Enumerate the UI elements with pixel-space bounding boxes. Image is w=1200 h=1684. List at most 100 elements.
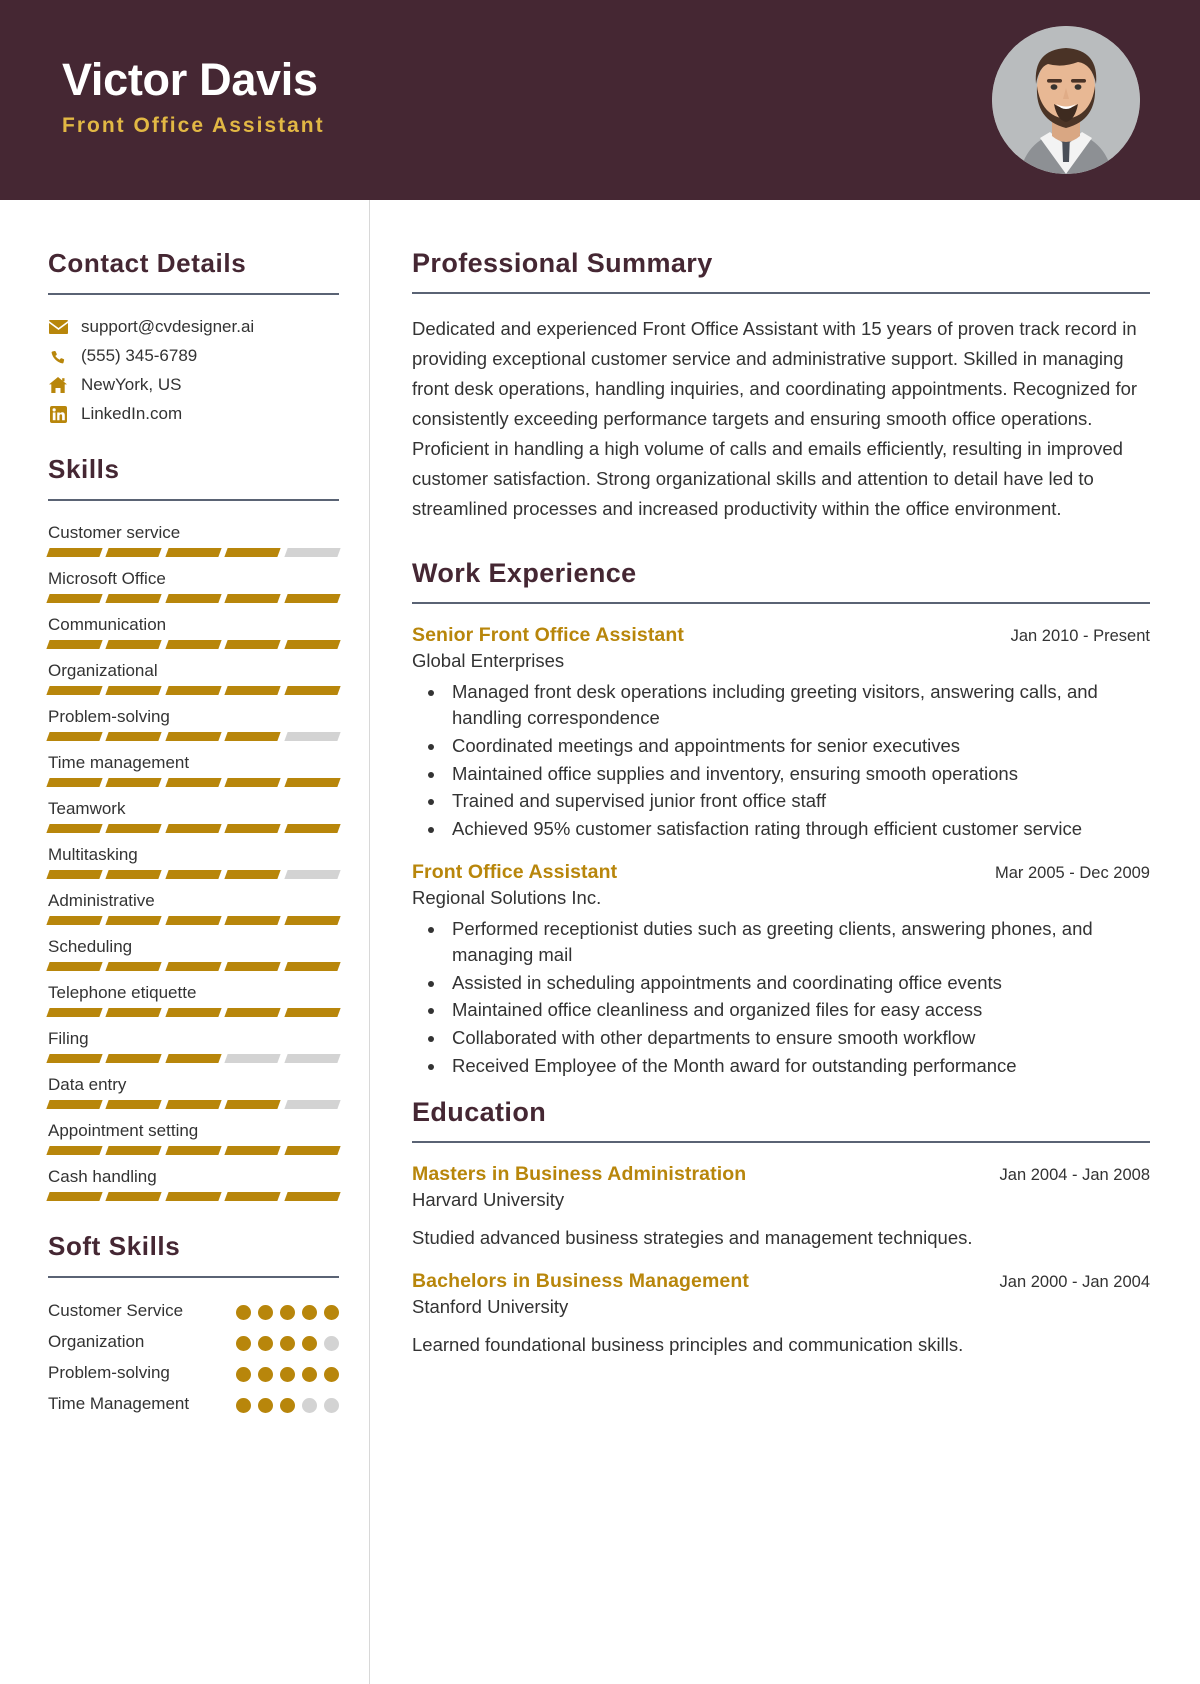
skills-list: Customer service Microsoft Office Communic…	[46, 523, 341, 1201]
skill-bar-segment	[165, 824, 222, 833]
skill-label: Cash handling	[48, 1167, 157, 1186]
rating-dot	[236, 1366, 251, 1382]
skill-item: Microsoft Office	[46, 569, 341, 603]
skill-label: Administrative	[48, 891, 155, 910]
education-section: Education Masters in Business Administra…	[412, 1097, 1150, 1359]
skill-bar-segment	[283, 686, 341, 695]
skill-item: Telephone etiquette	[46, 983, 341, 1017]
skill-bar-segment	[46, 1008, 104, 1017]
sidebar: Contact Details support@cvdesigner.ai (5…	[0, 200, 370, 1684]
skill-bar-segment	[165, 640, 222, 649]
skill-label: Multitasking	[48, 845, 138, 864]
soft-skills-list: Customer Service Organization Problem-solv…	[48, 1300, 339, 1416]
phone-icon	[48, 347, 68, 365]
work-entry-bullets: Managed front desk operations including …	[446, 679, 1150, 843]
skill-bar-segment	[283, 1100, 341, 1109]
work-bullet: Achieved 95% customer satisfaction ratin…	[446, 816, 1150, 843]
work-entry: Senior Front Office Assistant Jan 2010 - …	[412, 624, 1150, 843]
rating-dot	[302, 1335, 317, 1351]
skill-level-bar	[46, 1100, 341, 1109]
skill-bar-segment	[46, 962, 104, 971]
skill-item: Administrative	[46, 891, 341, 925]
work-bullet: Managed front desk operations including …	[446, 679, 1150, 732]
skill-level-bar	[46, 594, 341, 603]
skill-bar-segment	[224, 778, 282, 787]
work-bullet: Coordinated meetings and appointments fo…	[446, 733, 1150, 760]
skill-bar-segment	[46, 594, 104, 603]
skill-bar-segment	[105, 962, 163, 971]
skill-bar-segment	[105, 1100, 163, 1109]
skill-bar-segment	[224, 594, 282, 603]
work-bullet: Performed receptionist duties such as gr…	[446, 916, 1150, 969]
skill-item: Cash handling	[46, 1167, 341, 1201]
contact-divider	[48, 293, 339, 295]
skill-level-bar	[46, 1146, 341, 1155]
education-entry-description: Learned foundational business principles…	[412, 1334, 964, 1356]
work-entry-header: Front Office Assistant Mar 2005 - Dec 200…	[412, 861, 1150, 884]
skill-bar-segment	[224, 962, 282, 971]
skill-bar-segment	[224, 548, 282, 557]
skill-bar-segment	[224, 732, 282, 741]
skill-level-bar	[46, 778, 341, 787]
soft-skill-rating	[236, 1300, 339, 1320]
education-entries: Masters in Business Administration Jan 20…	[412, 1163, 1150, 1359]
soft-skills-section: Soft Skills Customer Service Organization…	[48, 1231, 339, 1416]
skill-item: Teamwork	[46, 799, 341, 833]
skill-bar-segment	[283, 640, 341, 649]
contact-item-linkedin[interactable]: LinkedIn.com	[48, 404, 339, 424]
contact-item-phone[interactable]: (555) 345-6789	[48, 346, 339, 366]
education-divider	[412, 1141, 1150, 1144]
soft-skill-label: Customer Service	[48, 1301, 184, 1320]
rating-dot	[258, 1366, 273, 1382]
soft-skill-rating	[236, 1393, 339, 1413]
skill-bar-segment	[105, 1146, 163, 1155]
skill-level-bar	[46, 824, 341, 833]
skill-bar-segment	[165, 1100, 222, 1109]
rating-dot	[280, 1366, 295, 1382]
skill-bar-segment	[46, 548, 104, 557]
soft-skills-heading: Soft Skills	[48, 1231, 181, 1261]
contact-item-email[interactable]: support@cvdesigner.ai	[48, 317, 339, 337]
skill-bar-segment	[46, 824, 104, 833]
skill-item: Communication	[46, 615, 341, 649]
skill-bar-segment	[105, 686, 163, 695]
skill-bar-segment	[105, 916, 163, 925]
skill-level-bar	[46, 548, 341, 557]
rating-dot	[324, 1305, 339, 1320]
main-column: Professional Summary Dedicated and exper…	[370, 200, 1200, 1684]
soft-skill-rating	[236, 1331, 339, 1351]
education-entry-header: Bachelors in Business Management Jan 2000…	[412, 1270, 1150, 1293]
skill-bar-segment	[165, 1008, 222, 1017]
work-entry-company: Regional Solutions Inc.	[412, 886, 602, 908]
skill-bar-segment	[46, 916, 104, 925]
skill-bar-segment	[283, 1192, 341, 1201]
education-entry-school: Stanford University	[412, 1296, 569, 1318]
work-heading: Work Experience	[412, 557, 637, 588]
skill-bar-segment	[224, 1054, 282, 1063]
skill-bar-segment	[283, 732, 341, 741]
skill-item: Multitasking	[46, 845, 341, 879]
linkedin-icon	[48, 405, 68, 423]
resume-header: Victor Davis Front Office Assistant	[0, 0, 1200, 200]
skill-bar-segment	[46, 870, 104, 879]
summary-text: Dedicated and experienced Front Office A…	[412, 318, 1138, 519]
home-icon	[48, 376, 68, 394]
skill-bar-segment	[105, 640, 163, 649]
skill-bar-segment	[165, 732, 222, 741]
contact-email-value: support@cvdesigner.ai	[81, 317, 255, 336]
skill-level-bar	[46, 916, 341, 925]
skill-bar-segment	[283, 548, 341, 557]
rating-dot	[324, 1335, 339, 1351]
skill-bar-segment	[224, 1008, 282, 1017]
work-entry: Front Office Assistant Mar 2005 - Dec 200…	[412, 861, 1150, 1080]
skill-bar-segment	[46, 732, 104, 741]
skill-label: Data entry	[48, 1075, 127, 1094]
work-bullet: Trained and supervised junior front offi…	[446, 788, 1150, 815]
skill-item: Problem-solving	[46, 707, 341, 741]
skill-bar-segment	[224, 640, 282, 649]
skill-bar-segment	[283, 594, 341, 603]
soft-skill-label: Time Management	[48, 1393, 190, 1413]
contact-item-location[interactable]: NewYork, US	[48, 375, 339, 395]
education-entry-degree: Bachelors in Business Management	[412, 1270, 749, 1293]
